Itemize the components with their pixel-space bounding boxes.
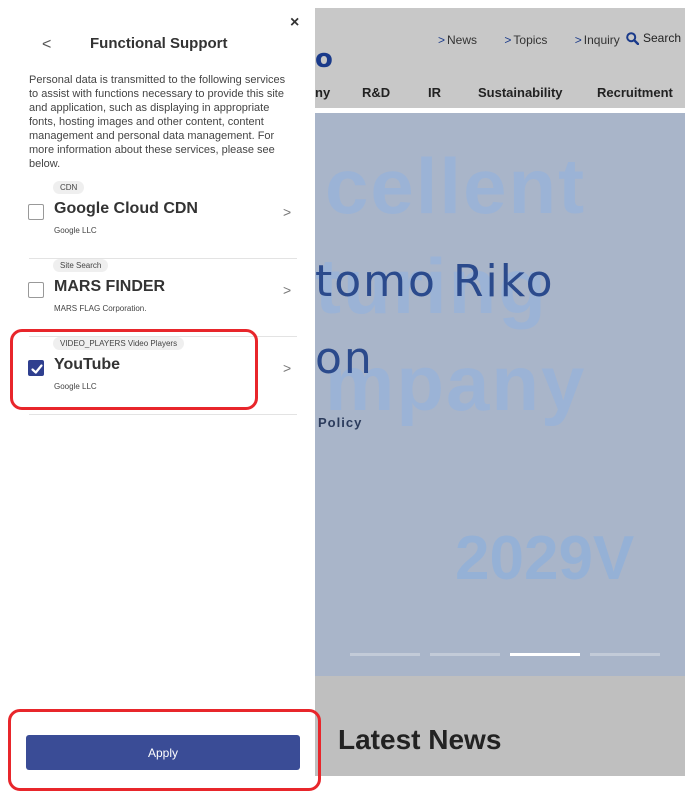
chevron-right-icon[interactable]: > — [283, 282, 291, 298]
service-name: MARS FINDER — [54, 278, 166, 295]
panel-title: Functional Support — [90, 35, 228, 52]
checkmark-icon — [31, 364, 43, 374]
nav-item-sustainability[interactable]: Sustainability — [478, 85, 563, 100]
nav-item-ir[interactable]: IR — [428, 85, 441, 100]
hero-banner: cellent turing mpany tomo Riko on Policy… — [315, 113, 685, 676]
site-logo-fragment: o — [315, 44, 333, 74]
latest-news-heading: Latest News — [338, 724, 502, 755]
nav-item-recruitment[interactable]: Recruitment — [597, 85, 673, 100]
service-company: MARS FLAG Corporation. — [54, 304, 147, 313]
service-name: YouTube — [54, 356, 121, 373]
service-name: Google Cloud CDN — [54, 200, 198, 217]
service-item-mars-finder[interactable]: Site Search MARS FINDER MARS FLAG Corpor… — [0, 259, 297, 337]
chevron-right-icon[interactable]: > — [283, 360, 291, 376]
top-link-topics[interactable]: > Topics — [504, 33, 559, 47]
hero-bg-word-1: cellent — [325, 142, 587, 230]
nav-item-rd[interactable]: R&D — [362, 85, 390, 100]
search-label: Search — [643, 31, 682, 45]
service-company: Google LLC — [54, 226, 97, 235]
service-checkbox[interactable] — [28, 204, 44, 220]
slider-dot[interactable] — [590, 653, 660, 656]
apply-button[interactable]: Apply — [26, 735, 300, 770]
hero-vision-text: 2029V — [455, 524, 635, 593]
top-link-inquiry[interactable]: > Inquiry — [575, 33, 632, 47]
consent-panel: × < Functional Support Personal data is … — [0, 0, 315, 791]
slider-dot[interactable] — [350, 653, 420, 656]
slider-dot-active[interactable] — [510, 653, 580, 656]
service-checkbox[interactable] — [28, 282, 44, 298]
close-icon[interactable]: × — [290, 14, 299, 32]
service-item-google-cloud-cdn[interactable]: CDN Google Cloud CDN Google LLC > — [0, 181, 297, 259]
service-category-tag: Site Search — [53, 259, 109, 272]
search-icon — [626, 32, 640, 46]
service-checkbox-checked[interactable] — [28, 360, 44, 376]
divider — [29, 414, 297, 415]
nav-item-company[interactable]: ny — [315, 85, 330, 100]
site-search-button[interactable]: Search — [626, 31, 682, 46]
service-company: Google LLC — [54, 382, 97, 391]
top-links: > News > Topics > Inquiry — [438, 33, 644, 47]
chevron-right-icon[interactable]: > — [283, 204, 291, 220]
hero-title-line-1: tomo Riko — [315, 256, 555, 307]
panel-description: Personal data is transmitted to the foll… — [29, 74, 286, 170]
service-category-tag: VIDEO_PLAYERS Video Players — [53, 337, 185, 350]
slider-dot[interactable] — [430, 653, 500, 656]
hero-title-line-2: on — [315, 333, 374, 384]
hero-policy-link[interactable]: Policy — [318, 415, 362, 430]
service-category-tag: CDN — [53, 181, 85, 194]
top-link-news[interactable]: > News — [438, 33, 489, 47]
back-chevron-icon[interactable]: < — [42, 36, 51, 54]
service-item-youtube[interactable]: VIDEO_PLAYERS Video Players YouTube Goog… — [0, 337, 297, 415]
